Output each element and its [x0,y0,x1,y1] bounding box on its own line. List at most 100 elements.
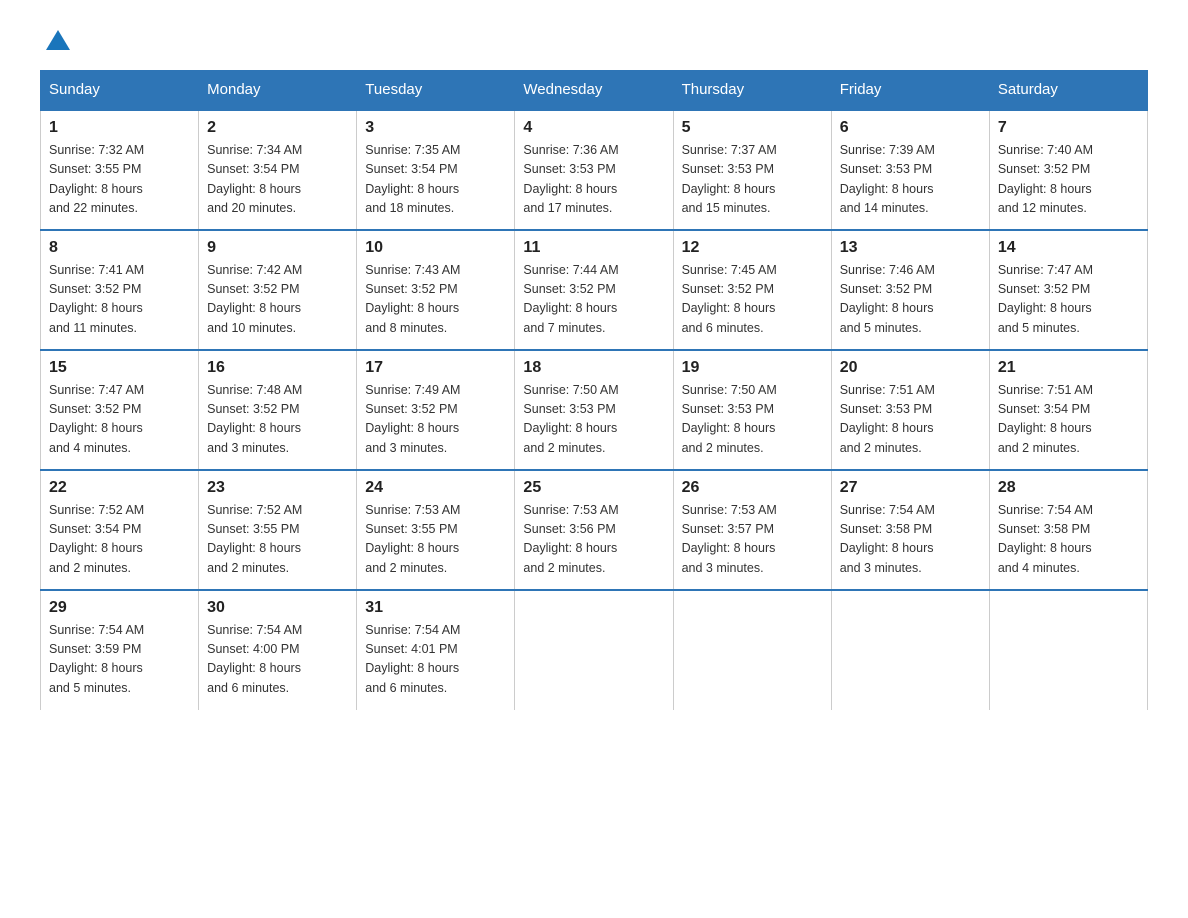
day-number: 15 [49,359,190,377]
calendar-cell: 4 Sunrise: 7:36 AMSunset: 3:53 PMDaylight… [515,110,673,230]
day-info: Sunrise: 7:42 AMSunset: 3:52 PMDaylight:… [207,261,348,339]
calendar-cell: 13 Sunrise: 7:46 AMSunset: 3:52 PMDayligh… [831,230,989,350]
column-header-thursday: Thursday [673,71,831,110]
day-number: 3 [365,119,506,137]
calendar-cell: 9Sunrise: 7:42 AMSunset: 3:52 PMDaylight… [199,230,357,350]
calendar-cell: 16 Sunrise: 7:48 AMSunset: 3:52 PMDayligh… [199,350,357,470]
day-number: 4 [523,119,664,137]
day-info: Sunrise: 7:45 AMSunset: 3:52 PMDaylight:… [682,261,823,339]
day-number: 11 [523,239,664,257]
day-info: Sunrise: 7:54 AMSunset: 3:58 PMDaylight:… [998,501,1139,579]
day-info: Sunrise: 7:54 AMSunset: 4:00 PMDaylight:… [207,621,348,699]
calendar-cell: 1Sunrise: 7:32 AMSunset: 3:55 PMDaylight… [41,110,199,230]
column-header-friday: Friday [831,71,989,110]
day-number: 26 [682,479,823,497]
day-info: Sunrise: 7:48 AMSunset: 3:52 PMDaylight:… [207,381,348,459]
day-number: 27 [840,479,981,497]
calendar-week-row: 22 Sunrise: 7:52 AMSunset: 3:54 PMDayligh… [41,470,1148,590]
day-number: 31 [365,599,506,617]
calendar-week-row: 8Sunrise: 7:41 AMSunset: 3:52 PMDaylight… [41,230,1148,350]
day-number: 29 [49,599,190,617]
calendar-cell: 12 Sunrise: 7:45 AMSunset: 3:52 PMDayligh… [673,230,831,350]
calendar-cell: 31 Sunrise: 7:54 AMSunset: 4:01 PMDayligh… [357,590,515,710]
calendar-cell: 14 Sunrise: 7:47 AMSunset: 3:52 PMDayligh… [989,230,1147,350]
calendar-cell: 15 Sunrise: 7:47 AMSunset: 3:52 PMDayligh… [41,350,199,470]
calendar-cell [673,590,831,710]
calendar-cell: 7Sunrise: 7:40 AMSunset: 3:52 PMDaylight… [989,110,1147,230]
day-info: Sunrise: 7:35 AMSunset: 3:54 PMDaylight:… [365,141,506,219]
day-number: 6 [840,119,981,137]
day-info: Sunrise: 7:39 AMSunset: 3:53 PMDaylight:… [840,141,981,219]
day-info: Sunrise: 7:43 AMSunset: 3:52 PMDaylight:… [365,261,506,339]
calendar-cell: 22 Sunrise: 7:52 AMSunset: 3:54 PMDayligh… [41,470,199,590]
calendar-cell: 11Sunrise: 7:44 AMSunset: 3:52 PMDayligh… [515,230,673,350]
calendar-cell: 6 Sunrise: 7:39 AMSunset: 3:53 PMDaylight… [831,110,989,230]
column-header-wednesday: Wednesday [515,71,673,110]
day-number: 2 [207,119,348,137]
calendar-cell: 27 Sunrise: 7:54 AMSunset: 3:58 PMDayligh… [831,470,989,590]
calendar-cell: 25Sunrise: 7:53 AMSunset: 3:56 PMDayligh… [515,470,673,590]
calendar-cell: 3 Sunrise: 7:35 AMSunset: 3:54 PMDaylight… [357,110,515,230]
day-info: Sunrise: 7:47 AMSunset: 3:52 PMDaylight:… [49,381,190,459]
day-info: Sunrise: 7:46 AMSunset: 3:52 PMDaylight:… [840,261,981,339]
logo-blue-text [40,30,70,50]
calendar-cell: 30 Sunrise: 7:54 AMSunset: 4:00 PMDayligh… [199,590,357,710]
day-info: Sunrise: 7:47 AMSunset: 3:52 PMDaylight:… [998,261,1139,339]
calendar-header-row: SundayMondayTuesdayWednesdayThursdayFrid… [41,71,1148,110]
day-number: 16 [207,359,348,377]
day-number: 23 [207,479,348,497]
day-info: Sunrise: 7:50 AMSunset: 3:53 PMDaylight:… [523,381,664,459]
column-header-tuesday: Tuesday [357,71,515,110]
calendar-table: SundayMondayTuesdayWednesdayThursdayFrid… [40,70,1148,710]
calendar-cell: 23 Sunrise: 7:52 AMSunset: 3:55 PMDayligh… [199,470,357,590]
column-header-monday: Monday [199,71,357,110]
day-info: Sunrise: 7:51 AMSunset: 3:53 PMDaylight:… [840,381,981,459]
day-info: Sunrise: 7:54 AMSunset: 3:58 PMDaylight:… [840,501,981,579]
calendar-cell: 28 Sunrise: 7:54 AMSunset: 3:58 PMDayligh… [989,470,1147,590]
calendar-cell [515,590,673,710]
day-number: 28 [998,479,1139,497]
day-number: 20 [840,359,981,377]
calendar-week-row: 15 Sunrise: 7:47 AMSunset: 3:52 PMDayligh… [41,350,1148,470]
day-number: 22 [49,479,190,497]
calendar-cell: 24 Sunrise: 7:53 AMSunset: 3:55 PMDayligh… [357,470,515,590]
calendar-cell: 20 Sunrise: 7:51 AMSunset: 3:53 PMDayligh… [831,350,989,470]
day-info: Sunrise: 7:36 AMSunset: 3:53 PMDaylight:… [523,141,664,219]
day-number: 30 [207,599,348,617]
calendar-cell: 8Sunrise: 7:41 AMSunset: 3:52 PMDaylight… [41,230,199,350]
calendar-cell: 18 Sunrise: 7:50 AMSunset: 3:53 PMDayligh… [515,350,673,470]
calendar-cell: 2 Sunrise: 7:34 AMSunset: 3:54 PMDaylight… [199,110,357,230]
day-number: 24 [365,479,506,497]
day-number: 18 [523,359,664,377]
day-info: Sunrise: 7:54 AMSunset: 4:01 PMDaylight:… [365,621,506,699]
day-info: Sunrise: 7:51 AMSunset: 3:54 PMDaylight:… [998,381,1139,459]
day-number: 13 [840,239,981,257]
page-header [40,30,1148,50]
logo [40,30,70,50]
day-number: 8 [49,239,190,257]
column-header-saturday: Saturday [989,71,1147,110]
calendar-cell: 5 Sunrise: 7:37 AMSunset: 3:53 PMDaylight… [673,110,831,230]
calendar-cell [989,590,1147,710]
day-info: Sunrise: 7:54 AMSunset: 3:59 PMDaylight:… [49,621,190,699]
day-info: Sunrise: 7:52 AMSunset: 3:55 PMDaylight:… [207,501,348,579]
day-info: Sunrise: 7:53 AMSunset: 3:55 PMDaylight:… [365,501,506,579]
column-header-sunday: Sunday [41,71,199,110]
day-info: Sunrise: 7:50 AMSunset: 3:53 PMDaylight:… [682,381,823,459]
calendar-cell: 19Sunrise: 7:50 AMSunset: 3:53 PMDayligh… [673,350,831,470]
calendar-week-row: 29 Sunrise: 7:54 AMSunset: 3:59 PMDayligh… [41,590,1148,710]
day-info: Sunrise: 7:49 AMSunset: 3:52 PMDaylight:… [365,381,506,459]
day-number: 5 [682,119,823,137]
day-info: Sunrise: 7:52 AMSunset: 3:54 PMDaylight:… [49,501,190,579]
calendar-cell: 10 Sunrise: 7:43 AMSunset: 3:52 PMDayligh… [357,230,515,350]
day-number: 10 [365,239,506,257]
calendar-cell: 17Sunrise: 7:49 AMSunset: 3:52 PMDayligh… [357,350,515,470]
day-info: Sunrise: 7:34 AMSunset: 3:54 PMDaylight:… [207,141,348,219]
day-number: 12 [682,239,823,257]
calendar-cell: 29 Sunrise: 7:54 AMSunset: 3:59 PMDayligh… [41,590,199,710]
day-info: Sunrise: 7:37 AMSunset: 3:53 PMDaylight:… [682,141,823,219]
calendar-cell: 26Sunrise: 7:53 AMSunset: 3:57 PMDayligh… [673,470,831,590]
day-number: 7 [998,119,1139,137]
day-number: 14 [998,239,1139,257]
day-info: Sunrise: 7:32 AMSunset: 3:55 PMDaylight:… [49,141,190,219]
